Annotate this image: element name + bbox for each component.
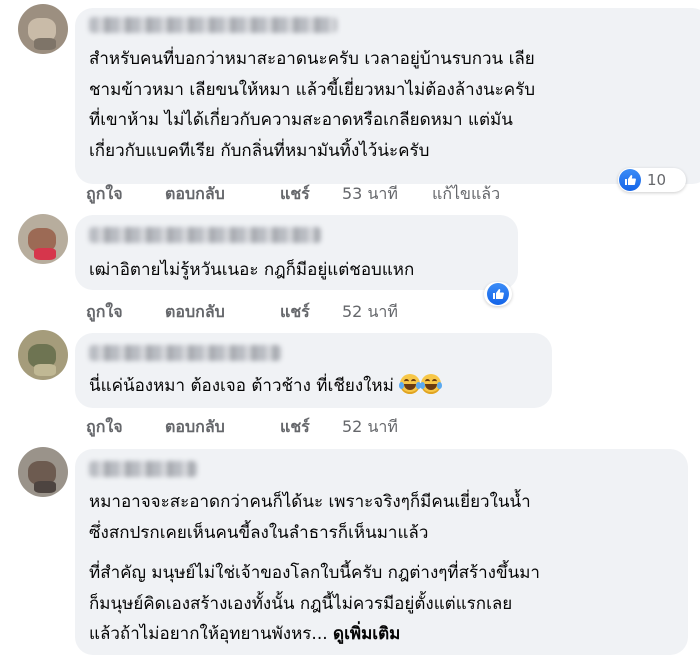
like-link[interactable]: ถูกใจ [86,301,123,323]
timestamp[interactable]: 53 นาที [342,183,398,205]
reply-link[interactable]: ตอบกลับ [165,183,225,205]
commenter-name-blurred[interactable] [89,345,281,361]
reply-link[interactable]: ตอบกลับ [165,416,225,438]
reaction-badge[interactable] [484,282,512,306]
timestamp[interactable]: 52 นาที [342,301,398,323]
like-link[interactable]: ถูกใจ [86,416,123,438]
avatar[interactable] [18,214,68,264]
commenter-name-blurred[interactable] [89,461,197,477]
comment-bubble: เฒ่าอิตายไม่รู้หวันเนอะ กฎก็มีอยู่แต่ชอบ… [75,215,518,290]
comment-text-paragraph-1: หมาอาจจะสะอาดกว่าคนก็ได้นะ เพราะจริงๆก็ม… [89,492,531,543]
share-link[interactable]: แชร์ [280,301,310,323]
timestamp[interactable]: 52 นาที [342,416,398,438]
edited-label: แก้ไขแล้ว [432,184,501,203]
like-icon [487,283,509,305]
comment-text: สำหรับคนที่บอกว่าหมาสะอาดนะครับ เวลาอยู่… [89,49,536,161]
like-icon [619,169,641,191]
comment-text-paragraph-2: ที่สำคัญ มนุษย์ไม่ใช่เจ้าของโลกใบนี้ครับ… [89,563,540,644]
reply-link[interactable]: ตอบกลับ [165,301,225,323]
commenter-name-blurred[interactable] [89,227,321,243]
comment-text: นี่แค่น้องหมา ต้องเจอ ต้าวช้าง ที่เชียงใ… [89,371,443,402]
comment-text: เฒ่าอิตายไม่รู้หวันเนอะ กฎก็มีอยู่แต่ชอบ… [89,260,415,280]
laughing-tears-emoji [399,374,422,394]
avatar[interactable] [18,4,68,54]
reaction-badge[interactable]: 10 [618,168,686,192]
commenter-name-blurred[interactable] [89,17,337,33]
share-link[interactable]: แชร์ [280,183,310,205]
see-more-link[interactable]: ดูเพิ่มเติม [333,624,400,644]
reaction-count: 10 [647,171,667,189]
comment-bubble: นี่แค่น้องหมา ต้องเจอ ต้าวช้าง ที่เชียงใ… [75,333,552,408]
comment-bubble: สำหรับคนที่บอกว่าหมาสะอาดนะครับ เวลาอยู่… [75,8,700,184]
avatar[interactable] [18,330,68,380]
comment-bubble: หมาอาจจะสะอาดกว่าคนก็ได้นะ เพราะจริงๆก็ม… [75,449,688,655]
avatar[interactable] [18,447,68,497]
like-link[interactable]: ถูกใจ [86,183,123,205]
share-link[interactable]: แชร์ [280,416,310,438]
laughing-tears-emoji [420,374,443,394]
